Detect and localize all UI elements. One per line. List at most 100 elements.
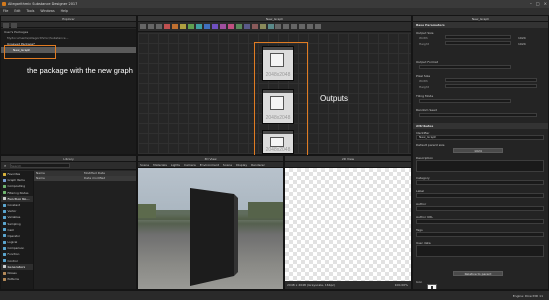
category-icon xyxy=(3,234,6,238)
menu-bar: File Edit Tools Windows Help xyxy=(0,8,549,15)
library-category-item[interactable]: Patterns xyxy=(1,276,33,282)
category-icon xyxy=(3,222,6,226)
category-icon xyxy=(3,259,6,263)
library-results: Name Modified Date Name Date modified xyxy=(33,171,136,289)
close-button[interactable]: × xyxy=(544,0,547,8)
result-date: Date modified xyxy=(84,176,106,180)
library-search-input[interactable] xyxy=(10,163,70,168)
default-parent-size-label: Default parent size xyxy=(416,143,445,147)
atomic-node-icon[interactable] xyxy=(211,24,218,29)
window-controls: – □ × xyxy=(530,0,547,8)
tags-field[interactable] xyxy=(416,232,544,237)
3d-menu-scene[interactable]: Scene xyxy=(140,162,149,167)
category-icon xyxy=(3,172,6,176)
output-node-header xyxy=(263,131,293,134)
2d-view-zoom[interactable]: 100.00% xyxy=(395,281,408,289)
pixel-width-label: Width xyxy=(419,79,428,83)
atomic-node-icon[interactable] xyxy=(251,24,258,29)
show-in-library-button[interactable]: Relative to parent xyxy=(453,271,503,276)
3d-menu-environment[interactable]: Environment xyxy=(200,162,219,167)
atomic-node-icon[interactable] xyxy=(171,24,178,29)
2d-viewport[interactable] xyxy=(285,168,411,281)
atomic-node-icon[interactable] xyxy=(219,24,226,29)
toolbar-icon[interactable] xyxy=(140,24,146,29)
2d-view-resolution: 2048 x 2048 (Grayscale, 16bpc) xyxy=(287,283,336,287)
author-field[interactable] xyxy=(416,206,544,211)
maximize-button[interactable]: □ xyxy=(536,0,540,8)
3d-mesh-plane xyxy=(190,188,234,286)
menu-help[interactable]: Help xyxy=(61,8,68,15)
output-node[interactable]: 2048x2048 xyxy=(262,46,294,81)
icon-label: Icon xyxy=(416,280,423,284)
category-icon xyxy=(3,203,6,207)
atomic-node-icon[interactable] xyxy=(187,24,194,29)
width-value[interactable]: 1024 xyxy=(518,36,526,40)
atomic-node-icon[interactable] xyxy=(267,24,274,29)
3d-menu-materials[interactable]: Materials xyxy=(153,162,167,167)
library-result-row[interactable]: Name Date modified xyxy=(34,176,136,181)
3d-menu-camera[interactable]: Camera xyxy=(184,162,196,167)
atomic-node-icon[interactable] xyxy=(179,24,186,29)
atomic-node-icon[interactable] xyxy=(275,24,282,29)
pixel-width-slider[interactable] xyxy=(445,78,537,82)
atomic-node-icon[interactable] xyxy=(299,24,306,29)
random-seed-slider[interactable] xyxy=(419,113,537,117)
author-url-field[interactable] xyxy=(416,219,544,224)
output-format-dropdown[interactable] xyxy=(419,65,511,69)
category-field[interactable] xyxy=(416,180,544,185)
menu-windows[interactable]: Windows xyxy=(40,8,54,15)
identifier-field[interactable]: New_Graph xyxy=(416,135,544,140)
menu-tools[interactable]: Tools xyxy=(27,8,35,15)
3d-menu-renderer[interactable]: Renderer xyxy=(251,162,265,167)
pixel-size-label: Pixel Size xyxy=(416,74,431,78)
3d-viewport[interactable] xyxy=(138,168,283,289)
label-field[interactable] xyxy=(416,193,544,198)
atomic-node-icon[interactable] xyxy=(259,24,266,29)
graph-toolbar xyxy=(138,22,411,32)
atomic-node-icon[interactable] xyxy=(203,24,210,29)
width-slider[interactable] xyxy=(445,35,511,39)
atomic-node-icon[interactable] xyxy=(243,24,250,29)
atomic-node-icon[interactable] xyxy=(235,24,242,29)
tiling-mode-dropdown[interactable] xyxy=(419,99,511,103)
output-node[interactable]: 2048x2048 xyxy=(262,89,294,124)
atomic-node-icon[interactable] xyxy=(195,24,202,29)
3d-view-panel: 3D View Scene Materials Lights Camera En… xyxy=(137,155,284,290)
atomic-node-icon[interactable] xyxy=(227,24,234,29)
open-package-icon[interactable] xyxy=(10,23,17,28)
pixel-height-slider[interactable] xyxy=(445,84,537,88)
atomic-node-icon[interactable] xyxy=(283,24,290,29)
toolbar-icon[interactable] xyxy=(155,24,162,29)
menu-edit[interactable]: Edit xyxy=(14,8,20,15)
output-node[interactable]: 2048x2048 xyxy=(262,130,294,154)
height-value[interactable]: 1024 xyxy=(518,42,526,46)
category-icon xyxy=(3,253,6,257)
section-attributes[interactable]: Attributes xyxy=(413,123,548,129)
output-node-header xyxy=(263,90,293,93)
section-base-parameters[interactable]: Base Parameters xyxy=(413,22,548,28)
user-data-field[interactable] xyxy=(416,245,544,257)
menu-file[interactable]: File xyxy=(3,8,8,15)
default-parent-size-button[interactable]: 1024 xyxy=(453,148,503,153)
tree-cluster xyxy=(248,202,283,218)
3d-menu-display[interactable]: Display xyxy=(236,162,247,167)
output-node-header xyxy=(263,47,293,50)
library-categories: Favorites Graph Items Compositing Filtering… xyxy=(1,171,33,289)
atomic-node-icon[interactable] xyxy=(163,24,170,29)
package-highlight-box xyxy=(4,45,56,59)
category-icon xyxy=(3,246,6,250)
minimize-button[interactable]: – xyxy=(530,0,532,8)
description-field[interactable] xyxy=(416,160,544,172)
graph-panel: New_Graph 2048x2048 2048x2048 2048x2048 … xyxy=(137,15,412,156)
3d-menu-scene-2[interactable]: Scene xyxy=(223,162,232,167)
height-slider[interactable] xyxy=(445,41,511,45)
new-package-icon[interactable] xyxy=(3,23,9,28)
category-icon xyxy=(3,184,6,188)
3d-menu-lights[interactable]: Lights xyxy=(171,162,180,167)
toolbar-icon[interactable] xyxy=(147,24,154,29)
category-icon xyxy=(3,178,6,182)
atomic-node-icon[interactable] xyxy=(307,24,314,29)
atomic-node-icon[interactable] xyxy=(315,24,322,29)
engine-status[interactable]: Engine: Direct3D 11 xyxy=(513,291,543,300)
atomic-node-icon[interactable] xyxy=(291,24,298,29)
